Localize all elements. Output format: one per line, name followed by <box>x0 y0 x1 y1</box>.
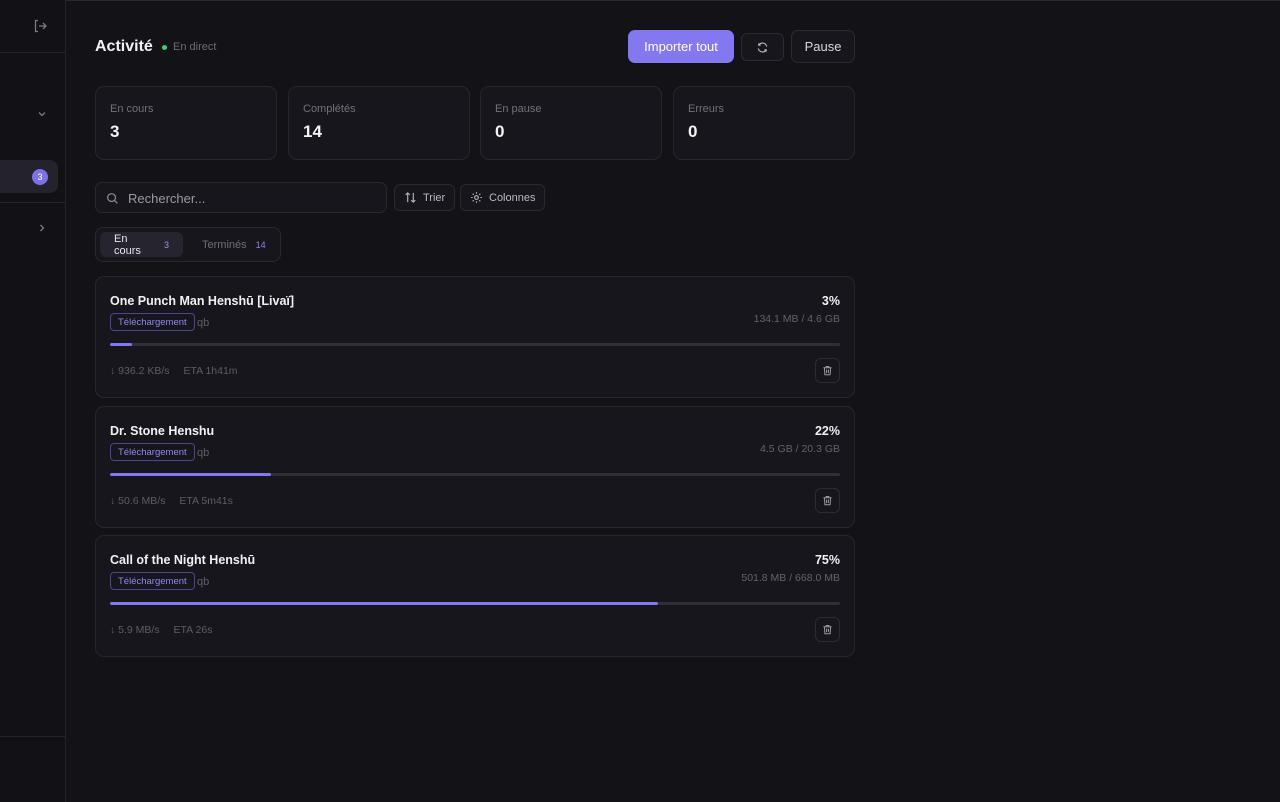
stat-label: En cours <box>110 103 154 115</box>
download-card: Call of the Night Henshū 75% 501.8 MB / … <box>95 535 855 657</box>
download-meta: ↓ 936.2 KB/s ETA 1h41m <box>110 365 249 377</box>
top-border <box>0 0 1280 1</box>
sort-button[interactable]: Trier <box>394 184 456 211</box>
sidebar-activity-badge: 3 <box>32 169 48 185</box>
stat-card-errors: Erreurs 0 <box>673 86 855 160</box>
refresh-icon <box>757 42 768 52</box>
download-eta: ETA 26s <box>173 624 213 636</box>
delete-button[interactable] <box>815 617 840 642</box>
stat-card-completed: Complétés 14 <box>288 86 470 160</box>
tab-count: 14 <box>255 239 266 250</box>
delete-button[interactable] <box>815 488 840 513</box>
search-icon <box>107 193 118 204</box>
chevron-down-icon[interactable] <box>35 107 49 121</box>
sidebar-item-activity[interactable] <box>0 160 58 193</box>
download-percent: 22% <box>814 424 840 438</box>
download-percent: 3% <box>821 294 840 308</box>
download-size: 501.8 MB / 668.0 MB <box>741 572 840 584</box>
toolbar: Trier Colonnes <box>95 182 855 214</box>
download-meta: ↓ 50.6 MB/s ETA 5m41s <box>110 495 244 507</box>
stat-label: Erreurs <box>688 103 725 115</box>
import-all-button[interactable]: Importer tout <box>628 30 734 63</box>
search-box[interactable] <box>95 182 387 213</box>
download-title: One Punch Man Henshū [Livaï] <box>110 294 295 308</box>
tab-label: Terminés <box>202 238 247 251</box>
download-eta: ETA 1h41m <box>183 365 238 377</box>
download-card: One Punch Man Henshū [Livaï] 3% 134.1 MB… <box>95 276 855 398</box>
download-eta: ETA 5m41s <box>179 495 233 507</box>
download-card: Dr. Stone Henshu 22% 4.5 GB / 20.3 GB Té… <box>95 406 855 528</box>
sidebar-divider <box>0 202 66 203</box>
download-meta: ↓ 5.9 MB/s ETA 26s <box>110 624 223 636</box>
progress-bar <box>110 343 840 346</box>
progress-fill <box>110 343 132 346</box>
trash-icon <box>823 496 832 506</box>
stats-row: En cours 3 Complétés 14 En pause 0 Erreu… <box>95 86 855 160</box>
live-status: En direct <box>162 41 216 53</box>
trash-icon <box>823 366 832 376</box>
download-client: qb <box>197 447 210 459</box>
sidebar-footer-divider <box>0 736 66 737</box>
columns-button[interactable]: Colonnes <box>460 184 546 211</box>
progress-bar <box>110 473 840 476</box>
refresh-button[interactable] <box>741 33 784 61</box>
stat-value: 3 <box>110 122 120 141</box>
download-size: 134.1 MB / 4.6 GB <box>753 313 840 325</box>
status-badge: Téléchargement <box>110 443 195 461</box>
progress-fill <box>110 473 271 476</box>
stat-card-in-progress: En cours 3 <box>95 86 277 160</box>
tab-finished[interactable]: Terminés 14 <box>188 232 274 257</box>
chevron-right-icon[interactable] <box>35 221 49 235</box>
tab-count: 3 <box>163 239 169 250</box>
delete-button[interactable] <box>815 358 840 383</box>
status-badge: Téléchargement <box>110 572 195 590</box>
stat-value: 0 <box>688 122 698 141</box>
download-client: qb <box>197 576 210 588</box>
page-header: Activité En direct Importer tout Pause <box>95 30 855 64</box>
gear-icon <box>471 192 482 203</box>
stat-value: 14 <box>303 122 322 141</box>
status-tabs: En cours 3 Terminés 14 <box>95 227 281 262</box>
logout-icon[interactable] <box>32 18 48 34</box>
columns-label: Colonnes <box>489 191 536 204</box>
live-label: En direct <box>173 41 217 53</box>
progress-fill <box>110 602 658 605</box>
download-size: 4.5 GB / 20.3 GB <box>760 443 840 455</box>
download-client: qb <box>197 317 210 329</box>
download-speed: ↓ 936.2 KB/s <box>110 365 170 377</box>
stat-label: En pause <box>495 103 542 115</box>
progress-bar <box>110 602 840 605</box>
sidebar-header <box>0 0 65 53</box>
sort-label: Trier <box>423 191 446 204</box>
page-title: Activité <box>95 38 153 55</box>
search-input[interactable] <box>128 188 378 208</box>
download-title: Dr. Stone Henshu <box>110 424 215 438</box>
live-dot-icon <box>162 44 167 50</box>
stat-label: Complétés <box>303 103 356 115</box>
trash-icon <box>823 625 832 635</box>
tab-label: En cours <box>114 232 141 257</box>
pause-button[interactable]: Pause <box>791 30 855 63</box>
download-speed: ↓ 5.9 MB/s <box>110 624 160 636</box>
sort-icon <box>405 192 416 203</box>
status-badge: Téléchargement <box>110 313 195 331</box>
sidebar: 3 <box>0 0 66 802</box>
stat-card-paused: En pause 0 <box>480 86 662 160</box>
download-title: Call of the Night Henshū <box>110 553 256 567</box>
download-speed: ↓ 50.6 MB/s <box>110 495 166 507</box>
download-percent: 75% <box>814 553 840 567</box>
tab-in-progress[interactable]: En cours 3 <box>100 232 183 257</box>
stat-value: 0 <box>495 122 505 141</box>
